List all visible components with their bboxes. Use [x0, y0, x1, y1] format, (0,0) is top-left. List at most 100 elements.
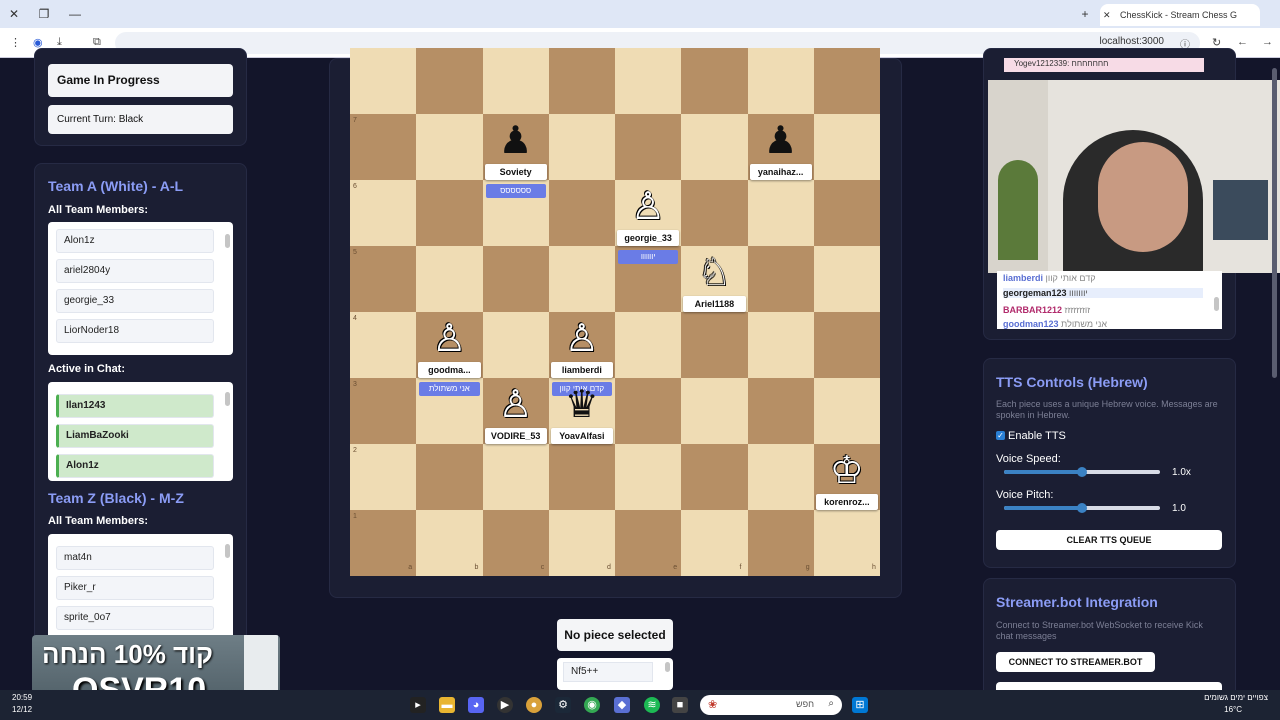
taskbar-search[interactable]: ❀ חפש ⌕: [700, 695, 842, 715]
close-window-icon[interactable]: ✕: [6, 6, 22, 22]
board-square[interactable]: [416, 510, 483, 576]
discord-icon[interactable]: ◕: [468, 697, 484, 713]
board-square[interactable]: [548, 444, 615, 510]
board-square[interactable]: [813, 114, 880, 180]
chess-piece[interactable]: ♙: [549, 318, 615, 358]
board-square[interactable]: [615, 444, 682, 510]
chrome-icon[interactable]: ◉: [584, 697, 600, 713]
chess-piece[interactable]: ♛: [549, 384, 615, 424]
scrollbar[interactable]: [225, 544, 230, 558]
board-square[interactable]: [681, 510, 748, 576]
board-square[interactable]: [482, 48, 549, 114]
streamerbot-input[interactable]: [996, 682, 1222, 690]
team-a-active-list[interactable]: Ilan1243 LiamBaZooki Alon1z: [48, 382, 233, 481]
minimize-icon[interactable]: —: [67, 6, 83, 22]
app-icon[interactable]: ●: [526, 697, 542, 713]
board-square[interactable]: [615, 48, 682, 114]
chess-piece[interactable]: ♙: [483, 384, 549, 424]
board-square[interactable]: [416, 444, 483, 510]
board-square[interactable]: [615, 114, 682, 180]
page-scrollbar[interactable]: [1272, 68, 1277, 378]
board-square[interactable]: [813, 180, 880, 246]
app-icon-3[interactable]: ■: [672, 697, 688, 713]
windows-start-icon[interactable]: ⊞: [852, 697, 868, 713]
board-square[interactable]: [350, 180, 417, 246]
app-icon-2[interactable]: ◆: [614, 697, 630, 713]
menu-icon[interactable]: ⋮: [10, 36, 21, 49]
enable-tts-checkbox[interactable]: ✓: [996, 431, 1005, 440]
board-square[interactable]: [615, 312, 682, 378]
voice-pitch-slider[interactable]: [1004, 503, 1160, 513]
chess-piece[interactable]: ♘: [681, 252, 747, 292]
board-square[interactable]: [482, 510, 549, 576]
tab-chesskick[interactable]: ✕ ChessKick - Stream Chess G: [1100, 4, 1260, 26]
board-square[interactable]: [747, 48, 814, 114]
board-square[interactable]: [548, 510, 615, 576]
board-square[interactable]: [747, 444, 814, 510]
board-square[interactable]: [747, 312, 814, 378]
board-square[interactable]: [681, 180, 748, 246]
board-square[interactable]: [813, 510, 880, 576]
board-square[interactable]: [482, 246, 549, 312]
board-square[interactable]: [681, 444, 748, 510]
chess-piece[interactable]: ♟: [748, 120, 814, 160]
board-square[interactable]: [350, 378, 417, 444]
board-square[interactable]: [747, 180, 814, 246]
board-square[interactable]: [747, 246, 814, 312]
scrollbar[interactable]: [225, 392, 230, 406]
board-square[interactable]: [350, 510, 417, 576]
board-square[interactable]: [813, 246, 880, 312]
board-square[interactable]: [416, 48, 483, 114]
terminal-icon[interactable]: ▸: [410, 697, 426, 713]
back-icon[interactable]: ←: [1237, 36, 1248, 48]
board-square[interactable]: [548, 180, 615, 246]
media-player-icon[interactable]: ▶: [497, 697, 513, 713]
board-square[interactable]: [548, 114, 615, 180]
board-square[interactable]: [681, 378, 748, 444]
slider-knob[interactable]: [1077, 503, 1087, 513]
chess-board[interactable]: 7 6 5 4 3 2 1 a b c d e f g h ♟ Soviety סססססס ♟ yanaihaz..…: [350, 48, 880, 576]
folder-icon[interactable]: ▬: [439, 697, 455, 713]
board-square[interactable]: [482, 312, 549, 378]
board-square[interactable]: [681, 114, 748, 180]
spotify-icon[interactable]: ≋: [644, 697, 660, 713]
board-square[interactable]: [350, 48, 417, 114]
board-square[interactable]: [350, 114, 417, 180]
board-square[interactable]: [548, 48, 615, 114]
board-square[interactable]: [416, 114, 483, 180]
board-square[interactable]: [747, 510, 814, 576]
forward-icon[interactable]: →: [1262, 36, 1273, 48]
board-square[interactable]: [681, 48, 748, 114]
board-square[interactable]: [350, 246, 417, 312]
board-square[interactable]: [548, 246, 615, 312]
board-square[interactable]: [615, 378, 682, 444]
chess-piece[interactable]: ♟: [483, 120, 549, 160]
board-square[interactable]: [615, 510, 682, 576]
move-item[interactable]: Nf5++: [563, 662, 653, 682]
scrollbar[interactable]: [1214, 297, 1219, 311]
steam-icon[interactable]: ⚙: [555, 697, 571, 713]
scrollbar[interactable]: [665, 662, 670, 672]
chess-piece[interactable]: ♔: [814, 450, 880, 490]
voice-speed-slider[interactable]: [1004, 467, 1160, 477]
board-square[interactable]: [416, 180, 483, 246]
moves-list[interactable]: Nf5++: [557, 658, 673, 690]
restore-icon[interactable]: ❐: [36, 6, 52, 22]
slider-knob[interactable]: [1077, 467, 1087, 477]
board-square[interactable]: [747, 378, 814, 444]
board-square[interactable]: [482, 444, 549, 510]
clear-tts-queue-button[interactable]: CLEAR TTS QUEUE: [996, 530, 1222, 550]
new-tab-icon[interactable]: +: [1077, 6, 1093, 22]
tab-close-icon[interactable]: ✕: [1103, 4, 1111, 26]
board-square[interactable]: [813, 378, 880, 444]
board-square[interactable]: [813, 312, 880, 378]
scrollbar[interactable]: [225, 234, 230, 248]
board-square[interactable]: [350, 312, 417, 378]
team-a-members-list[interactable]: Alon1z ariel2804y georgie_33 LiorNoder18: [48, 222, 233, 355]
board-square[interactable]: [350, 444, 417, 510]
board-square[interactable]: [813, 48, 880, 114]
chat-messages[interactable]: liamberdi קדם אותי קוון georgeman123 יוו…: [997, 271, 1222, 329]
chess-piece[interactable]: ♙: [615, 186, 681, 226]
board-square[interactable]: [416, 246, 483, 312]
board-square[interactable]: [681, 312, 748, 378]
